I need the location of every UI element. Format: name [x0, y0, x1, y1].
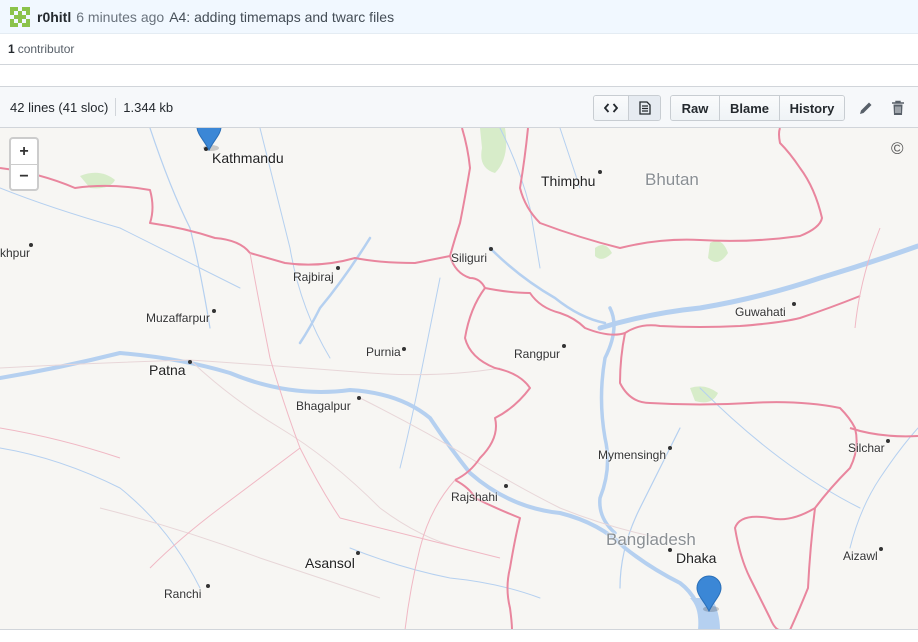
city-label-dhaka: Dhaka [676, 550, 717, 566]
city-dot-thimphu [598, 170, 602, 174]
raw-button[interactable]: Raw [671, 96, 719, 120]
pencil-icon [860, 102, 872, 114]
city-dot-patna [188, 360, 192, 364]
contributor-label[interactable]: contributor [18, 42, 75, 56]
city-dot-mymensingh [668, 446, 672, 450]
file-line-count: 42 lines (41 sloc) [10, 99, 109, 115]
map-view[interactable]: Kathmandu Thimphu Bhutan Siliguri Rajbir… [0, 128, 918, 630]
commit-time: 6 minutes ago [76, 8, 165, 25]
source-view-button[interactable] [594, 96, 628, 120]
city-label-ranchi: Ranchi [164, 587, 202, 601]
city-dot-aizawl [879, 547, 883, 551]
latest-commit-bar: r0hitl 6 minutes ago A4: adding timemaps… [0, 0, 918, 34]
city-dot-rajbiraj [336, 266, 340, 270]
city-label-silchar: Silchar [848, 441, 885, 455]
city-dot-purnia [402, 347, 406, 351]
contributor-count[interactable]: 1 [8, 42, 15, 56]
city-label-gorakhpur: khpur [0, 246, 31, 260]
map-tiles [0, 128, 918, 629]
city-dot-rangpur [562, 344, 566, 348]
file-header: 42 lines (41 sloc) 1.344 kb Raw Blame Hi… [0, 86, 918, 128]
city-label-purnia: Purnia [366, 345, 401, 359]
file-info: 42 lines (41 sloc) 1.344 kb [0, 98, 173, 116]
rendered-view-button[interactable] [628, 96, 660, 120]
history-button[interactable]: History [779, 96, 844, 120]
city-label-rajbiraj: Rajbiraj [293, 270, 334, 284]
divider [115, 98, 117, 116]
city-label-bhagalpur: Bhagalpur [296, 399, 351, 413]
city-dot-muzaffarpur [212, 309, 216, 313]
commit-message-link[interactable]: A4: adding timemaps and twarc files [169, 9, 394, 25]
code-icon [604, 103, 618, 113]
file-actions-group: Raw Blame History [670, 95, 845, 121]
country-label-bhutan: Bhutan [645, 170, 699, 189]
zoom-out-button[interactable]: − [11, 164, 37, 189]
city-label-siliguri: Siliguri [451, 251, 488, 265]
edit-file-button[interactable] [856, 98, 876, 118]
commit-author-link[interactable]: r0hitl [37, 9, 71, 25]
city-label-patna: Patna [149, 362, 186, 378]
trash-icon [892, 100, 904, 115]
city-label-muzaffarpur: Muzaffarpur [146, 311, 210, 325]
map-marker-dhaka[interactable] [696, 575, 722, 613]
city-dot-siliguri [489, 247, 493, 251]
attribution-icon[interactable]: © [891, 139, 904, 159]
city-dot-guwahati [792, 302, 796, 306]
city-label-rangpur: Rangpur [514, 347, 561, 361]
city-label-asansol: Asansol [305, 555, 355, 571]
zoom-control: + − [9, 137, 39, 191]
city-label-aizawl: Aizawl [843, 549, 878, 563]
city-dot-asansol [356, 551, 360, 555]
city-label-kathmandu: Kathmandu [212, 150, 284, 166]
author-avatar[interactable] [10, 6, 30, 27]
city-label-guwahati: Guwahati [735, 305, 786, 319]
view-toggle-group [593, 95, 661, 121]
city-label-rajshahi: Rajshahi [451, 490, 498, 504]
city-dot-bhagalpur [357, 396, 361, 400]
city-dot-silchar [886, 439, 890, 443]
file-text-icon [638, 101, 651, 115]
contributors-bar: 1 contributor [0, 34, 918, 65]
zoom-in-button[interactable]: + [11, 139, 37, 164]
blame-button[interactable]: Blame [719, 96, 779, 120]
delete-file-button[interactable] [888, 98, 908, 118]
city-label-thimphu: Thimphu [541, 173, 596, 189]
city-dot-ranchi [206, 584, 210, 588]
country-label-bangladesh: Bangladesh [606, 530, 696, 549]
city-dot-rajshahi [504, 484, 508, 488]
file-size: 1.344 kb [123, 99, 174, 115]
map-marker-kathmandu[interactable] [196, 128, 222, 152]
city-label-mymensingh: Mymensingh [598, 448, 667, 462]
page-footer-space [0, 630, 918, 642]
